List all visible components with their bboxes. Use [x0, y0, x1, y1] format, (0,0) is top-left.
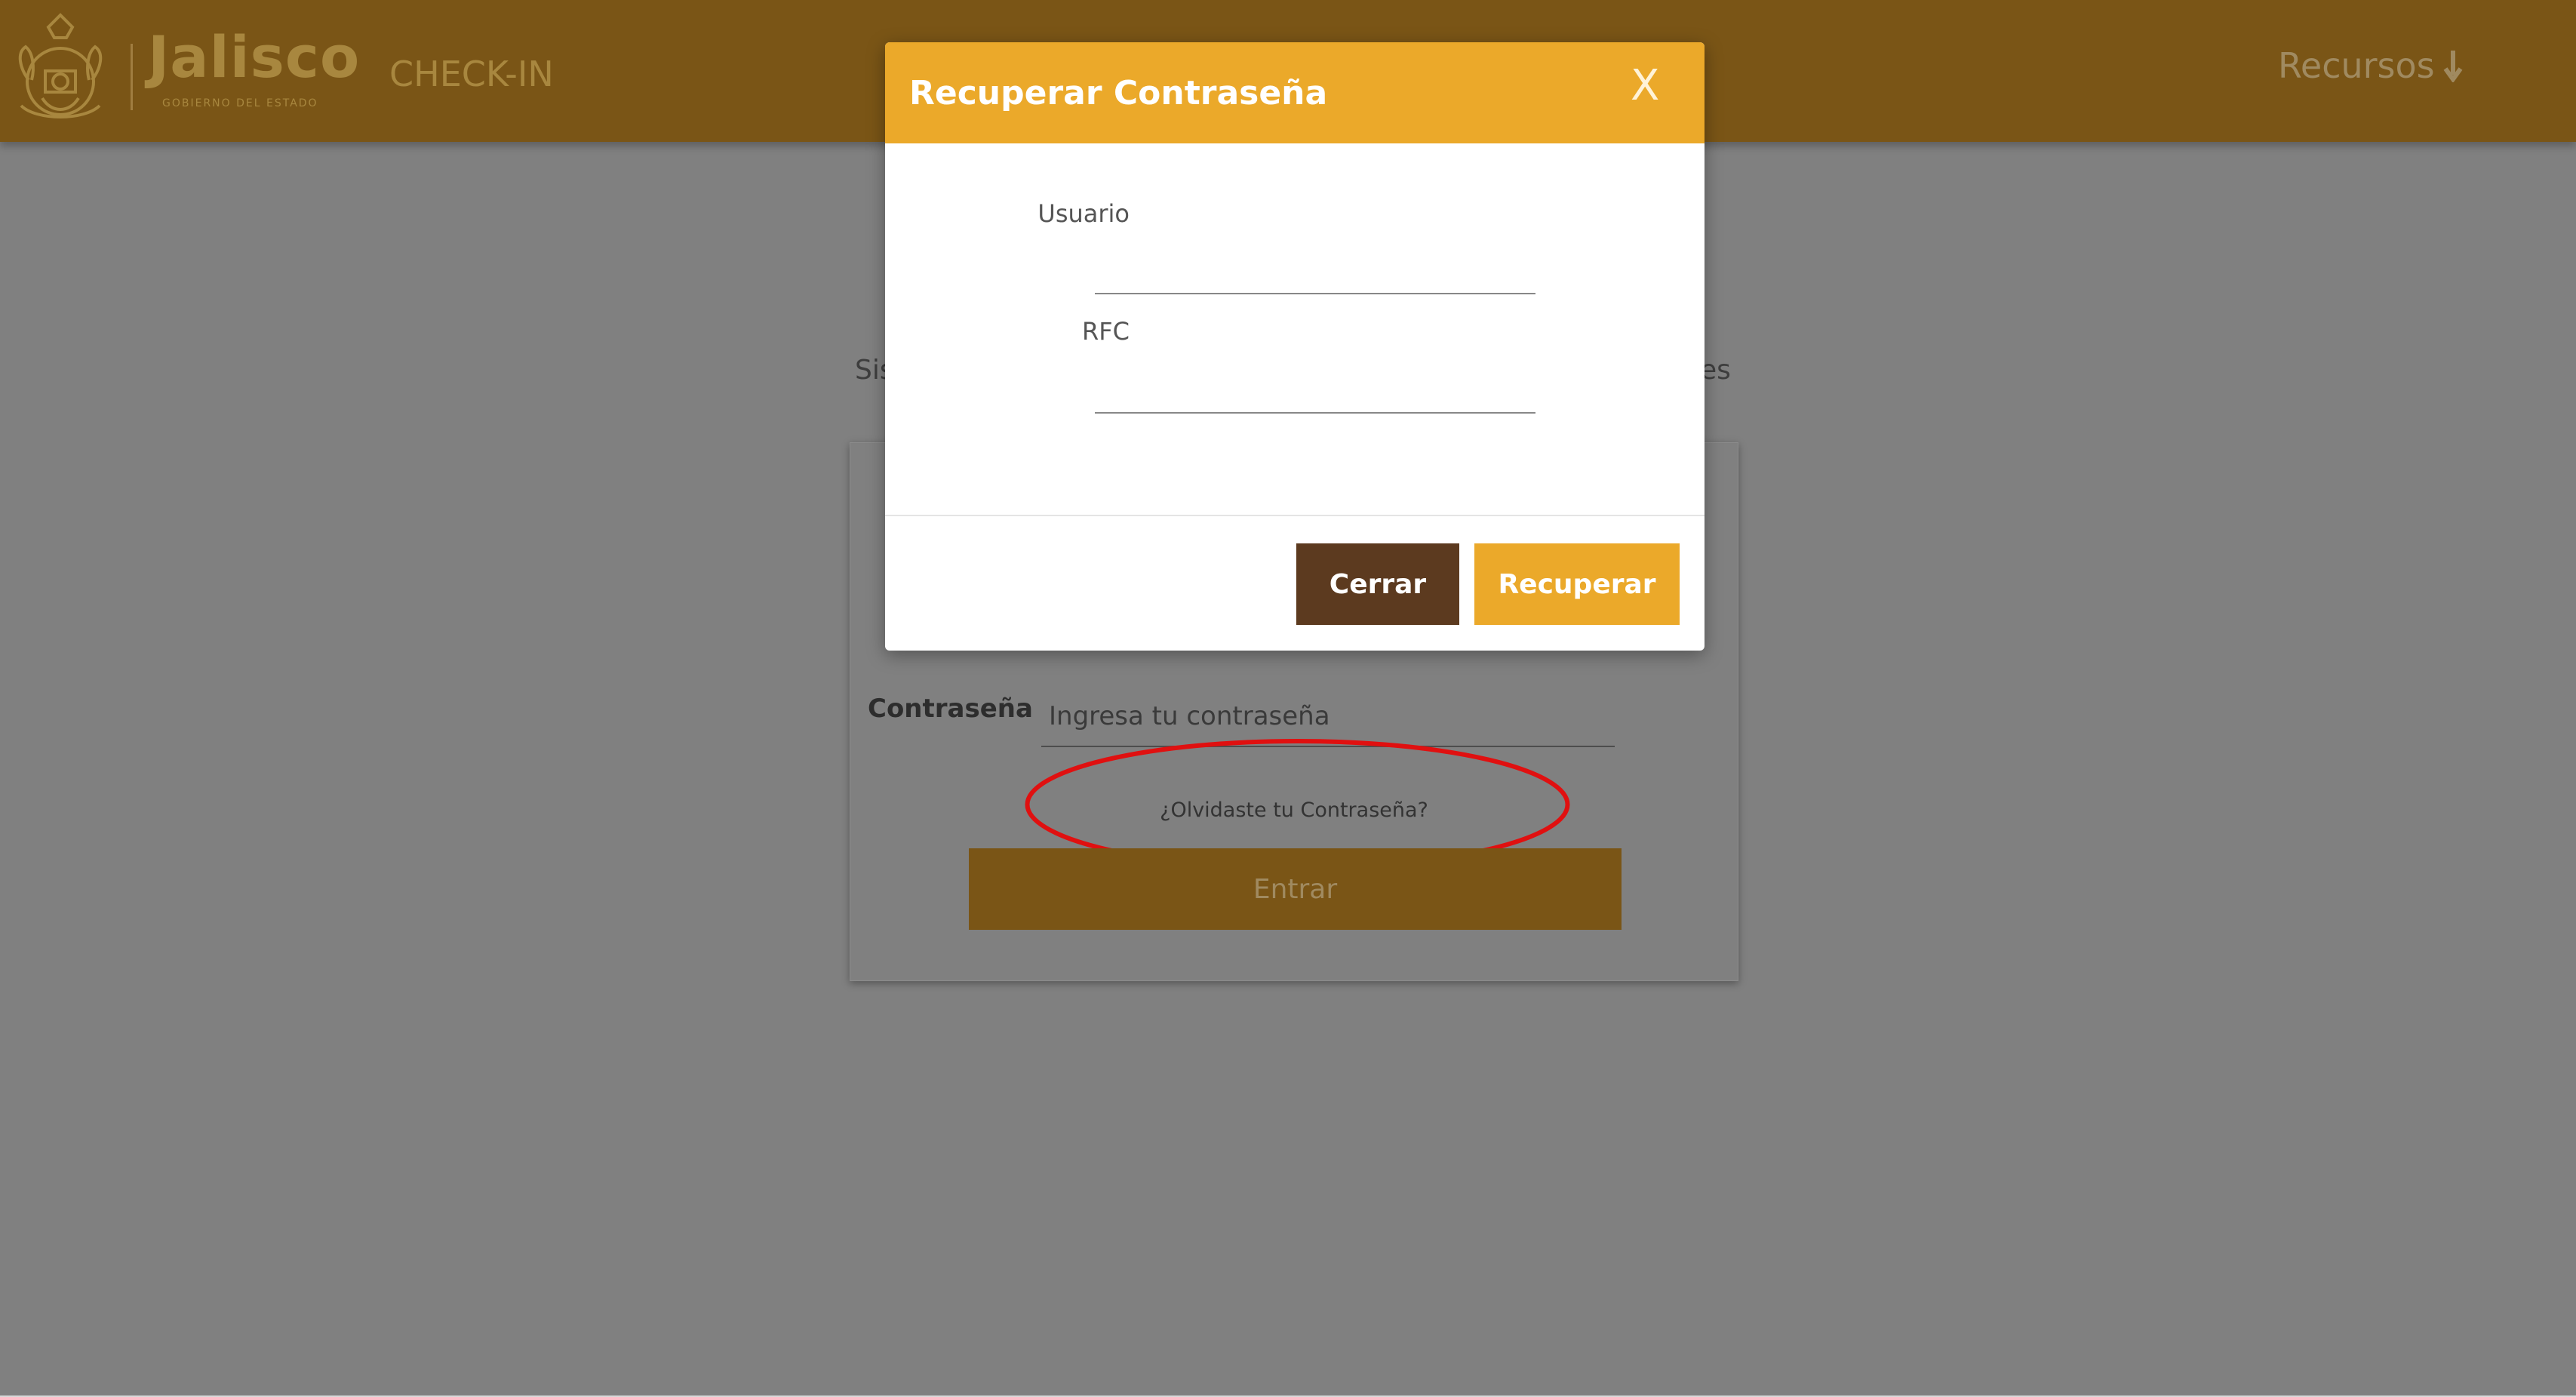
- recuperar-button[interactable]: Recuperar: [1474, 543, 1680, 625]
- resources-menu[interactable]: Recursos: [2278, 45, 2464, 86]
- rfc-label: RFC: [1082, 317, 1130, 346]
- rfc-input[interactable]: [1095, 358, 1535, 414]
- brand-separator: [131, 44, 133, 110]
- enter-button[interactable]: Entrar: [969, 848, 1622, 930]
- arrow-down-icon: [2443, 51, 2463, 82]
- tagline-fragment-right: es: [1700, 355, 1731, 386]
- modal-header: Recuperar Contraseña X: [885, 42, 1705, 143]
- modal-footer-divider: [885, 515, 1705, 516]
- usuario-input[interactable]: [1095, 238, 1535, 294]
- password-input[interactable]: [1041, 687, 1615, 747]
- usuario-label: Usuario: [1037, 199, 1130, 228]
- modal-close-button[interactable]: X: [1631, 65, 1659, 107]
- brand-logo-text: Jalisco: [148, 23, 361, 91]
- recover-password-modal: Recuperar Contraseña X Usuario RFC Cerra…: [885, 42, 1705, 651]
- cerrar-button[interactable]: Cerrar: [1296, 543, 1459, 625]
- jalisco-crest-icon: [18, 13, 103, 118]
- modal-title: Recuperar Contraseña: [909, 74, 1328, 112]
- password-label: Contraseña: [868, 694, 1033, 724]
- brand-subtitle: GOBIERNO DEL ESTADO: [162, 97, 318, 109]
- forgot-password-link[interactable]: ¿Olvidaste tu Contraseña?: [1026, 799, 1562, 822]
- app-title: CHECK-IN: [389, 54, 554, 94]
- resources-menu-label: Recursos: [2278, 45, 2435, 86]
